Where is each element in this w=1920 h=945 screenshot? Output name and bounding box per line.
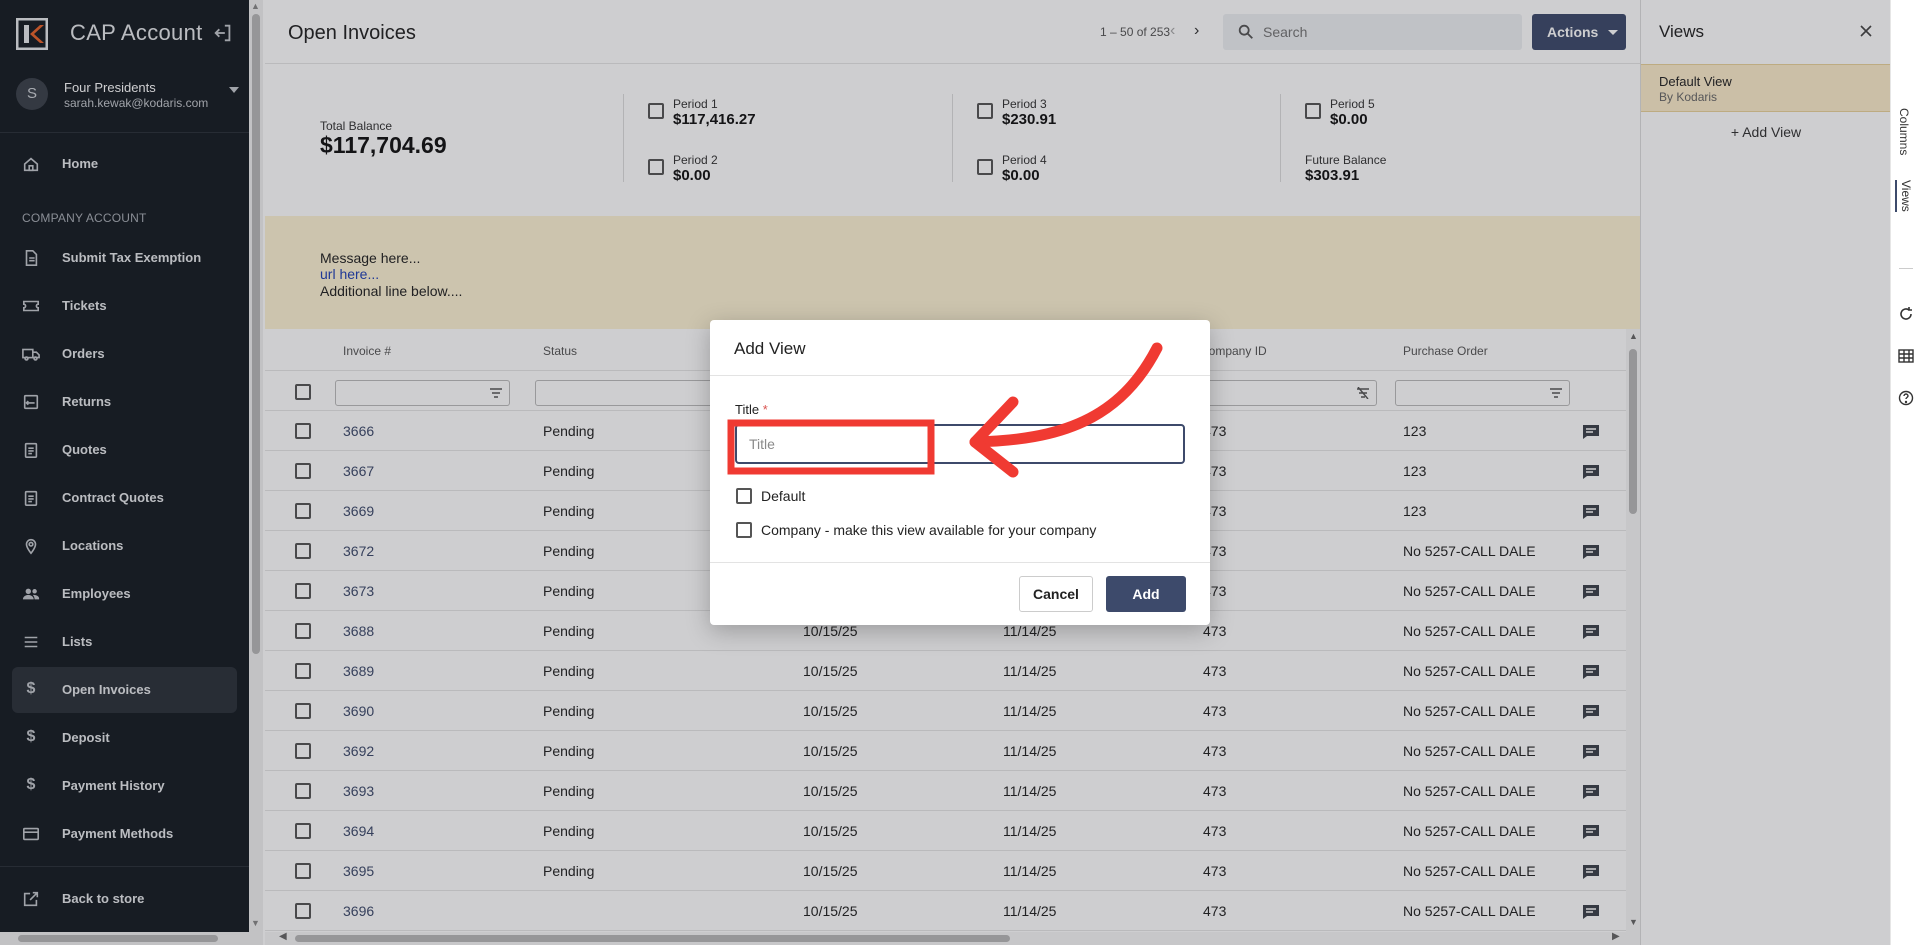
dialog-title: Add View bbox=[734, 339, 806, 358]
default-checkbox-label: Default bbox=[761, 488, 806, 504]
add-view-dialog: Add View Title * Default Company - make … bbox=[710, 320, 1210, 625]
required-marker: * bbox=[762, 402, 768, 417]
company-checkbox-label: Company - make this view available for y… bbox=[761, 522, 1097, 538]
company-checkbox-row[interactable]: Company - make this view available for y… bbox=[736, 522, 1096, 539]
table-grid-icon[interactable] bbox=[1898, 348, 1914, 364]
divider bbox=[710, 562, 1210, 563]
add-button[interactable]: Add bbox=[1106, 576, 1186, 612]
company-checkbox[interactable] bbox=[736, 522, 752, 539]
help-icon[interactable] bbox=[1898, 390, 1914, 406]
divider bbox=[1899, 268, 1913, 269]
divider bbox=[710, 375, 1210, 376]
refresh-icon[interactable] bbox=[1898, 306, 1914, 322]
title-input[interactable] bbox=[735, 424, 1185, 464]
modal-backdrop-sidebar bbox=[0, 0, 265, 945]
default-checkbox[interactable] bbox=[736, 488, 752, 505]
cancel-button[interactable]: Cancel bbox=[1019, 576, 1093, 612]
default-checkbox-row[interactable]: Default bbox=[736, 488, 805, 505]
title-label-text: Title bbox=[735, 402, 760, 417]
tab-views[interactable]: Views bbox=[1895, 180, 1913, 212]
tab-columns[interactable]: Columns bbox=[1897, 108, 1911, 155]
side-tab-bar: Columns Views bbox=[1890, 0, 1920, 945]
title-field-label: Title * bbox=[735, 402, 768, 417]
